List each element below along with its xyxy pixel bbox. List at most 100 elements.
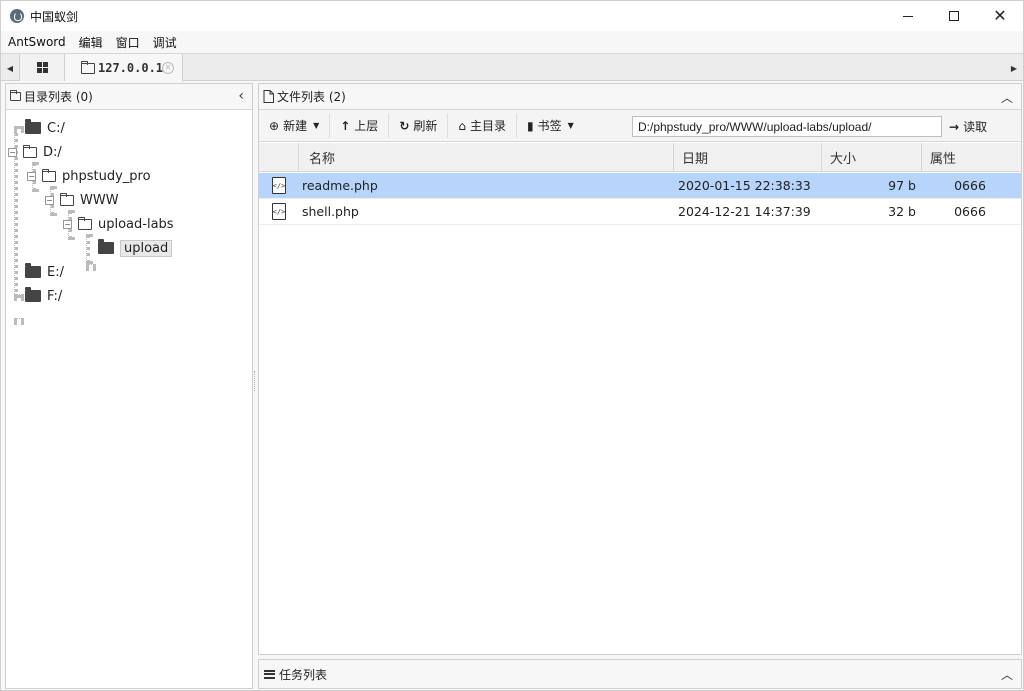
tab-connection[interactable]: 127.0.0.1 ✕ <box>65 54 183 82</box>
directory-tree: C:/ − D:/ − phpstudy_pro − WWW − upload-… <box>6 110 252 322</box>
refresh-icon: ↻ <box>399 118 410 133</box>
tree-node-label: F:/ <box>47 288 63 304</box>
file-date: 2020-01-15 22:38:33 <box>678 178 811 193</box>
read-button[interactable]: → 读取 <box>949 116 987 137</box>
bookmark-button-label: 书签 <box>537 119 562 133</box>
folder-open-icon <box>42 168 56 182</box>
task-panel-title: 任务列表 <box>279 667 328 682</box>
column-date[interactable]: 日期 <box>674 143 822 172</box>
menu-antsword[interactable]: AntSword <box>8 35 66 49</box>
file-attr: 0666 <box>954 204 986 219</box>
new-button[interactable]: ⊕ 新建 ▼ <box>259 113 331 138</box>
app-window: 中国蚁剑 ✕ AntSword 编辑 窗口 调试 ◀ 127.0.0.1 ✕ ▶… <box>0 0 1024 691</box>
folder-icon <box>25 287 41 302</box>
up-button[interactable]: ↑ 上层 <box>330 113 390 138</box>
tree-node-www[interactable]: − WWW <box>6 188 252 212</box>
file-panel: 文件列表 (2) ︿ ⊕ 新建 ▼ ↑ 上层 ↻ 刷新 ⌂ 主目录 ▮ 书签 ▼… <box>258 83 1022 655</box>
menu-bar: AntSword 编辑 窗口 调试 <box>1 31 1023 53</box>
tree-node-c[interactable]: C:/ <box>6 116 252 140</box>
tree-node-label: phpstudy_pro <box>62 168 151 184</box>
chevron-up-icon[interactable]: ︿ <box>1001 89 1013 106</box>
antsword-logo-icon <box>10 9 24 23</box>
tree-node-d[interactable]: − D:/ <box>6 140 252 164</box>
file-panel-title: 文件列表 (2) <box>277 90 346 104</box>
new-button-label: 新建 <box>283 119 308 133</box>
arrow-right-icon: → <box>949 119 960 134</box>
menu-edit[interactable]: 编辑 <box>79 34 103 51</box>
php-file-icon: </> <box>272 177 286 194</box>
path-input[interactable] <box>632 116 942 137</box>
tree-node-label: upload-labs <box>98 216 174 232</box>
tree-node-e[interactable]: E:/ <box>6 260 252 284</box>
folder-open-icon <box>23 144 37 158</box>
collapse-toggle-icon[interactable]: − <box>27 171 36 181</box>
plus-circle-icon: ⊕ <box>269 118 280 133</box>
close-button[interactable]: ✕ <box>977 1 1023 31</box>
folder-icon <box>25 119 41 134</box>
tab-scroll-left-button[interactable]: ◀ <box>3 58 17 78</box>
file-size: 97 b <box>888 178 916 193</box>
tab-scroll-right-button[interactable]: ▶ <box>1007 58 1021 78</box>
collapse-toggle-icon[interactable]: − <box>45 195 54 205</box>
column-icon <box>259 143 299 172</box>
menu-window[interactable]: 窗口 <box>116 34 140 51</box>
home-icon: ⌂ <box>458 118 467 133</box>
folder-icon <box>98 239 114 254</box>
tab-label: 127.0.0.1 <box>98 61 164 75</box>
caret-down-icon: ▼ <box>567 121 574 130</box>
tab-bar: ◀ 127.0.0.1 ✕ ▶ <box>1 53 1023 82</box>
folder-icon <box>25 263 41 278</box>
chevron-up-icon[interactable]: ︿ <box>1001 666 1013 683</box>
file-date: 2024-12-21 14:37:39 <box>678 204 811 219</box>
maximize-button[interactable] <box>931 1 977 31</box>
up-button-label: 上层 <box>354 119 379 133</box>
file-attr: 0666 <box>954 178 986 193</box>
collapse-toggle-icon[interactable]: − <box>8 147 17 157</box>
caret-right-icon: ▶ <box>1010 63 1018 73</box>
tree-node-upload-labs[interactable]: − upload-labs <box>6 212 252 236</box>
tree-node-label: E:/ <box>47 264 64 280</box>
tree-node-label: WWW <box>80 192 119 208</box>
tab-home[interactable] <box>19 54 65 81</box>
file-grid-header: 名称 日期 大小 属性 <box>259 143 1021 172</box>
home-button[interactable]: ⌂ 主目录 <box>448 113 518 138</box>
tree-node-f[interactable]: F:/ <box>6 284 252 308</box>
menu-debug[interactable]: 调试 <box>153 34 177 51</box>
directory-panel: 目录列表 (0) ‹ C:/ − D:/ − phpstudy_pro − WW… <box>5 83 253 689</box>
minimize-icon <box>903 15 913 17</box>
file-name: readme.php <box>302 178 378 193</box>
bookmark-icon: ▮ <box>527 118 534 133</box>
collapse-toggle-icon[interactable]: − <box>63 219 72 229</box>
window-title: 中国蚁剑 <box>30 10 79 24</box>
directory-panel-header: 目录列表 (0) ‹ <box>6 84 252 110</box>
caret-left-icon: ◀ <box>6 63 14 73</box>
file-toolbar: ⊕ 新建 ▼ ↑ 上层 ↻ 刷新 ⌂ 主目录 ▮ 书签 ▼ D:/phpstud… <box>259 110 1021 142</box>
caret-down-icon: ▼ <box>313 121 320 130</box>
bookmark-button[interactable]: ▮ 书签 ▼ <box>517 114 584 138</box>
file-row[interactable]: </> shell.php 2024-12-21 14:37:39 32 b 0… <box>259 199 1021 225</box>
column-size[interactable]: 大小 <box>822 143 922 172</box>
folder-icon <box>10 90 21 101</box>
task-panel: 任务列表 ︿ <box>258 659 1022 689</box>
tree-node-label: D:/ <box>43 144 62 160</box>
grid-icon <box>36 62 48 73</box>
close-icon: ✕ <box>993 6 1007 25</box>
tree-node-upload[interactable]: upload <box>6 236 252 260</box>
maximize-icon <box>949 11 959 21</box>
panel-splitter[interactable] <box>254 371 257 391</box>
tree-node-phpstudy[interactable]: − phpstudy_pro <box>6 164 252 188</box>
collapse-left-icon[interactable]: ‹ <box>238 88 244 104</box>
read-button-label: 读取 <box>963 120 988 134</box>
column-name[interactable]: 名称 <box>299 143 674 172</box>
file-name: shell.php <box>302 204 359 219</box>
refresh-button[interactable]: ↻ 刷新 <box>389 113 449 138</box>
title-bar: 中国蚁剑 ✕ <box>1 1 1023 31</box>
file-row[interactable]: </> readme.php 2020-01-15 22:38:33 97 b … <box>259 173 1021 199</box>
minimize-button[interactable] <box>885 1 931 31</box>
file-size: 32 b <box>888 204 916 219</box>
tab-close-icon[interactable]: ✕ <box>162 62 174 74</box>
directory-panel-title: 目录列表 (0) <box>24 90 93 104</box>
file-panel-header: 文件列表 (2) ︿ <box>259 84 1021 110</box>
column-attr[interactable]: 属性 <box>922 143 1021 172</box>
refresh-button-label: 刷新 <box>413 119 438 133</box>
